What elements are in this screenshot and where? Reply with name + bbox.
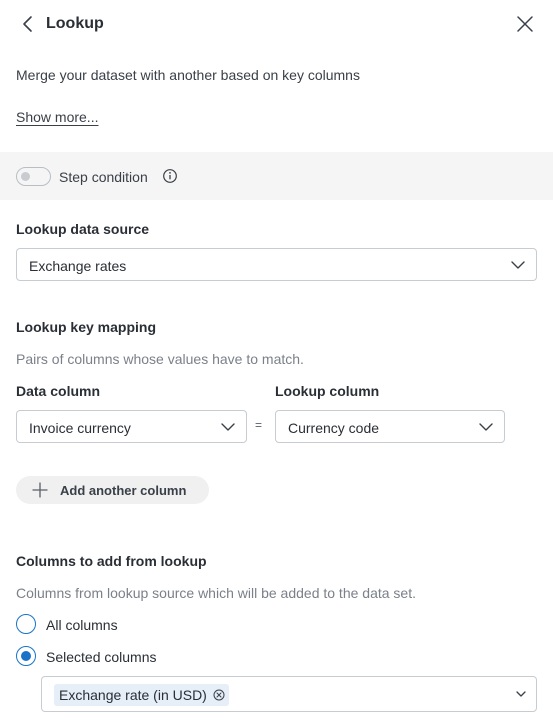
chevron-down-icon [479,423,493,431]
radio-label: All columns [46,617,118,633]
step-condition-label: Step condition [59,169,148,185]
equals-sign: = [255,418,263,432]
lookup-column-dropdown[interactable]: Currency code [275,410,505,443]
radio-label: Selected columns [46,649,157,665]
data-column-dropdown[interactable]: Invoice currency [16,410,247,443]
panel-header: Lookup [0,0,553,48]
column-chip: Exchange rate (in USD) [54,684,229,706]
key-mapping-hint: Pairs of columns whose values have to ma… [16,351,304,367]
plus-icon [32,482,48,498]
chevron-down-icon [516,691,526,697]
show-more-link[interactable]: Show more... [16,109,98,125]
step-condition-toggle[interactable] [16,167,51,186]
close-button[interactable] [515,14,535,34]
columns-to-add-hint: Columns from lookup source which will be… [16,585,416,601]
back-button[interactable] [18,14,38,34]
lookup-column-label: Lookup column [275,383,380,399]
info-icon[interactable] [162,168,178,184]
panel-title: Lookup [46,15,104,32]
lookup-source-dropdown[interactable]: Exchange rates [16,248,537,281]
lookup-column-value: Currency code [288,420,380,436]
add-another-column-label: Add another column [60,483,187,498]
remove-chip-icon[interactable] [213,689,225,701]
chip-label: Exchange rate (in USD) [59,687,207,703]
radio-dot [20,650,31,661]
panel-description: Merge your dataset with another based on… [16,67,360,83]
step-condition-row: Step condition [0,152,553,200]
toggle-knob [21,172,30,181]
radio-button-unselected[interactable] [16,614,36,634]
key-mapping-label: Lookup key mapping [16,319,157,335]
data-column-value: Invoice currency [29,420,131,436]
close-icon [517,16,533,32]
add-another-column-button[interactable]: Add another column [16,476,209,504]
columns-to-add-label: Columns to add from lookup [16,553,207,569]
chevron-left-icon [23,16,32,32]
selected-columns-multiselect[interactable]: Exchange rate (in USD) [41,676,537,712]
chevron-down-icon [511,261,525,269]
data-column-label: Data column [16,383,101,399]
lookup-source-value: Exchange rates [29,258,127,274]
chevron-down-icon [221,423,235,431]
lookup-source-label: Lookup data source [16,221,150,237]
radio-button-selected[interactable] [16,646,36,666]
